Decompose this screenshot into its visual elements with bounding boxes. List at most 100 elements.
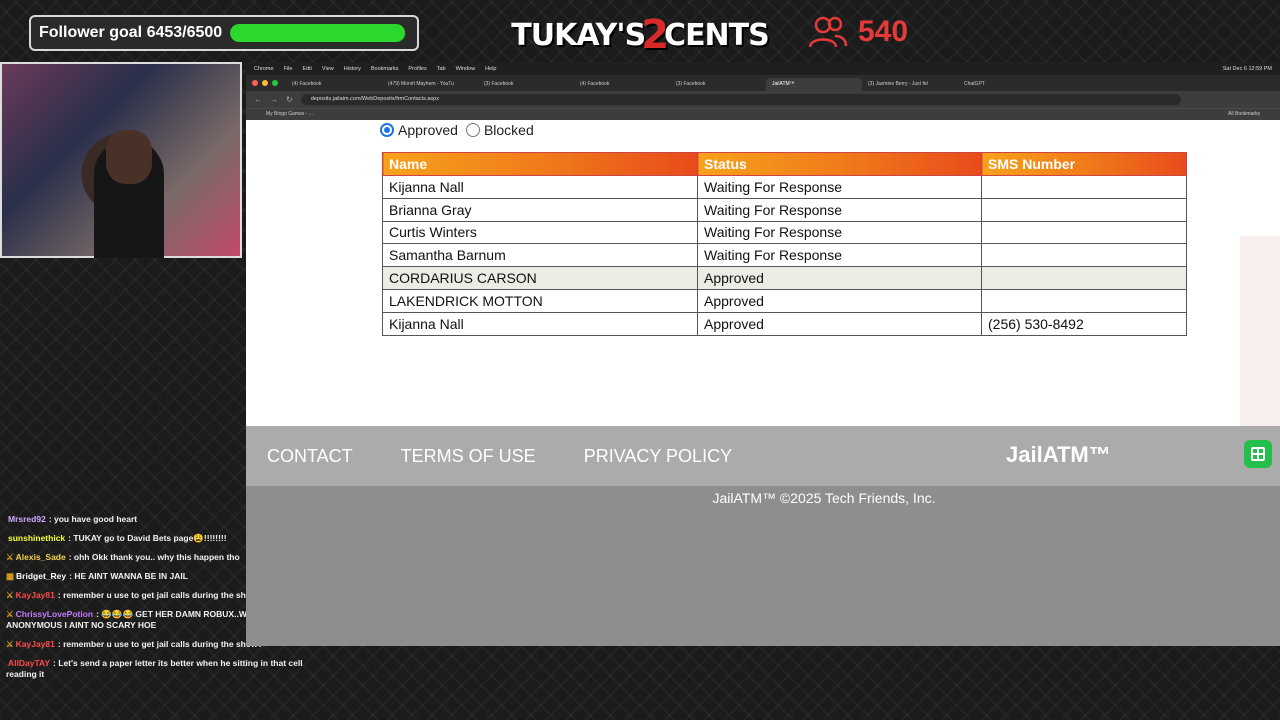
browser-tab[interactable]: ChatGPT	[958, 78, 1054, 91]
chat-username[interactable]: Bridget_Rey	[16, 571, 66, 581]
menubar-item[interactable]: Tab	[437, 66, 446, 72]
table-row[interactable]: Kijanna Nall Approved (256) 530-8492	[382, 311, 1187, 336]
bookmark-item[interactable]: My Bingo Games - ...	[266, 111, 313, 118]
terms-of-use-link[interactable]: TERMS OF USE	[401, 446, 536, 467]
chat-badge-icon: ⚔	[6, 609, 14, 619]
follower-goal-progress	[230, 24, 407, 42]
viewer-count-value: 540	[858, 15, 909, 48]
cell-status: Approved	[697, 311, 982, 336]
all-bookmarks[interactable]: All Bookmarks	[1228, 111, 1260, 118]
grid-icon	[1251, 447, 1265, 461]
blocked-label: Blocked	[483, 122, 534, 138]
minimize-window-button[interactable]	[262, 80, 268, 86]
footer-copyright-bar: JailATM™ ©2025 Tech Friends, Inc.	[246, 486, 1280, 546]
header-status[interactable]: Status	[697, 152, 982, 176]
back-icon[interactable]: ←	[254, 95, 262, 104]
table-row[interactable]: Brianna Gray Waiting For Response	[382, 197, 1187, 222]
channel-logo: TUKAY'S 2 CENTS	[511, 12, 769, 58]
spreadsheet-icon[interactable]	[1244, 440, 1272, 468]
browser-tab[interactable]: (479) Monét Mayhem - YouTu	[382, 78, 478, 91]
chat-badge-icon: ⚔	[6, 590, 14, 600]
browser-tab[interactable]: (3) Facebook	[670, 78, 766, 91]
chat-text: ohh Okk thank you.. why this happen tho	[73, 552, 240, 562]
cell-sms	[981, 197, 1187, 222]
menubar-item[interactable]: Help	[485, 66, 496, 72]
contact-link[interactable]: CONTACT	[267, 446, 353, 467]
browser-tab[interactable]: (3) Jasmine Berry - Just fel	[862, 78, 958, 91]
contacts-table-body: Kijanna Nall Waiting For Response Brianna …	[382, 175, 1187, 336]
chat-badge-icon: ▦	[6, 571, 15, 581]
cell-sms: (256) 530-8492	[981, 311, 1187, 336]
table-header-row: Name Status SMS Number	[382, 152, 1187, 176]
logo-part-cents: CENTS	[664, 17, 770, 53]
cell-name: Curtis Winters	[382, 220, 698, 245]
cell-name: Brianna Gray	[382, 197, 698, 222]
menubar-item[interactable]: File	[284, 66, 293, 72]
cell-name: Kijanna Nall	[382, 175, 698, 199]
browser-toolbar: ← → ↻ deposits.jailatm.com/WebDeposits/f…	[246, 91, 1280, 108]
cell-status: Waiting For Response	[697, 197, 982, 222]
table-row[interactable]: LAKENDRICK MOTTON Approved	[382, 288, 1187, 313]
approved-label: Approved	[398, 122, 458, 138]
footer-blank-area	[246, 546, 1280, 646]
privacy-policy-link[interactable]: PRIVACY POLICY	[584, 446, 732, 467]
table-row[interactable]: CORDARIUS CARSON Approved	[382, 266, 1187, 290]
approved-radio[interactable]	[380, 123, 394, 137]
chat-username[interactable]: ChrissyLovePotion	[16, 609, 93, 619]
browser-tab[interactable]: (3) Facebook	[478, 78, 574, 91]
chat-username[interactable]: Alexis_Sade	[16, 552, 66, 562]
header-name[interactable]: Name	[382, 152, 698, 176]
chat-username[interactable]: KayJay81	[16, 590, 55, 600]
users-icon	[808, 16, 848, 48]
chat-text: you have good heart	[54, 514, 138, 524]
chat-username[interactable]: AllDayTAY	[8, 658, 50, 668]
mac-menubar: Chrome File Edit View History Bookmarks Profil…	[246, 62, 1280, 75]
close-window-button[interactable]	[252, 80, 258, 86]
contacts-table: Name Status SMS Number Kijanna Nall Waiti…	[382, 152, 1187, 336]
cell-sms	[981, 243, 1187, 268]
side-overlay-strip	[1240, 236, 1280, 426]
browser-tab[interactable]: JailATM™	[766, 78, 862, 91]
bookmarks-bar: My Bingo Games - ... All Bookmarks	[246, 108, 1280, 120]
chat-message: AllDayTAY: Let's send a paper letter its…	[6, 658, 306, 680]
menubar-item[interactable]: Edit	[302, 66, 311, 72]
chat-username[interactable]: Mrsred92	[8, 514, 46, 524]
browser-tab[interactable]: (4) Facebook	[574, 78, 670, 91]
header-sms[interactable]: SMS Number	[981, 152, 1187, 176]
cell-sms	[981, 288, 1187, 313]
viewer-count: 540	[808, 12, 908, 52]
forward-icon[interactable]: →	[270, 95, 278, 104]
menubar-item[interactable]: Window	[456, 66, 476, 72]
webcam-feed	[0, 62, 242, 258]
page-content: Approved Blocked Name Status SMS Number …	[246, 120, 1280, 646]
maximize-window-button[interactable]	[272, 80, 278, 86]
table-row[interactable]: Kijanna Nall Waiting For Response	[382, 175, 1187, 199]
chat-username[interactable]: KayJay81	[16, 639, 55, 649]
address-bar[interactable]: deposits.jailatm.com/WebDeposits/frmCont…	[300, 94, 1181, 105]
cell-status: Waiting For Response	[697, 243, 982, 268]
streamer-head	[106, 130, 152, 184]
menubar-item[interactable]: Profiles	[408, 66, 426, 72]
blocked-radio[interactable]	[465, 123, 480, 137]
filter-approved[interactable]: Approved	[380, 122, 458, 138]
cell-sms	[981, 175, 1187, 199]
footer-links: CONTACT TERMS OF USE PRIVACY POLICY Jail…	[246, 426, 1280, 486]
cell-status: Waiting For Response	[697, 220, 982, 245]
cell-name: LAKENDRICK MOTTON	[382, 288, 698, 313]
jailatm-logo: JailATM™	[1006, 442, 1111, 467]
menubar-item[interactable]: Bookmarks	[371, 66, 399, 72]
menubar-item[interactable]: View	[322, 66, 334, 72]
chat-text: remember u use to get jail calls during …	[63, 590, 263, 600]
table-row[interactable]: Samantha Barnum Waiting For Response	[382, 243, 1187, 268]
reload-icon[interactable]: ↻	[286, 95, 293, 104]
menubar-item[interactable]: History	[344, 66, 361, 72]
menubar-item[interactable]: Chrome	[254, 66, 274, 72]
follower-goal-widget: Follower goal 6453/6500	[29, 15, 419, 51]
filter-blocked[interactable]: Blocked	[465, 122, 534, 138]
cell-status: Approved	[697, 266, 982, 290]
browser-tab[interactable]: (4) Facebook	[286, 78, 382, 91]
menubar-clock: Sat Dec 6 12:59 PM	[1222, 65, 1272, 72]
table-row[interactable]: Curtis Winters Waiting For Response	[382, 220, 1187, 245]
chat-username[interactable]: sunshinethick	[8, 533, 65, 543]
cell-name: Samantha Barnum	[382, 243, 698, 268]
